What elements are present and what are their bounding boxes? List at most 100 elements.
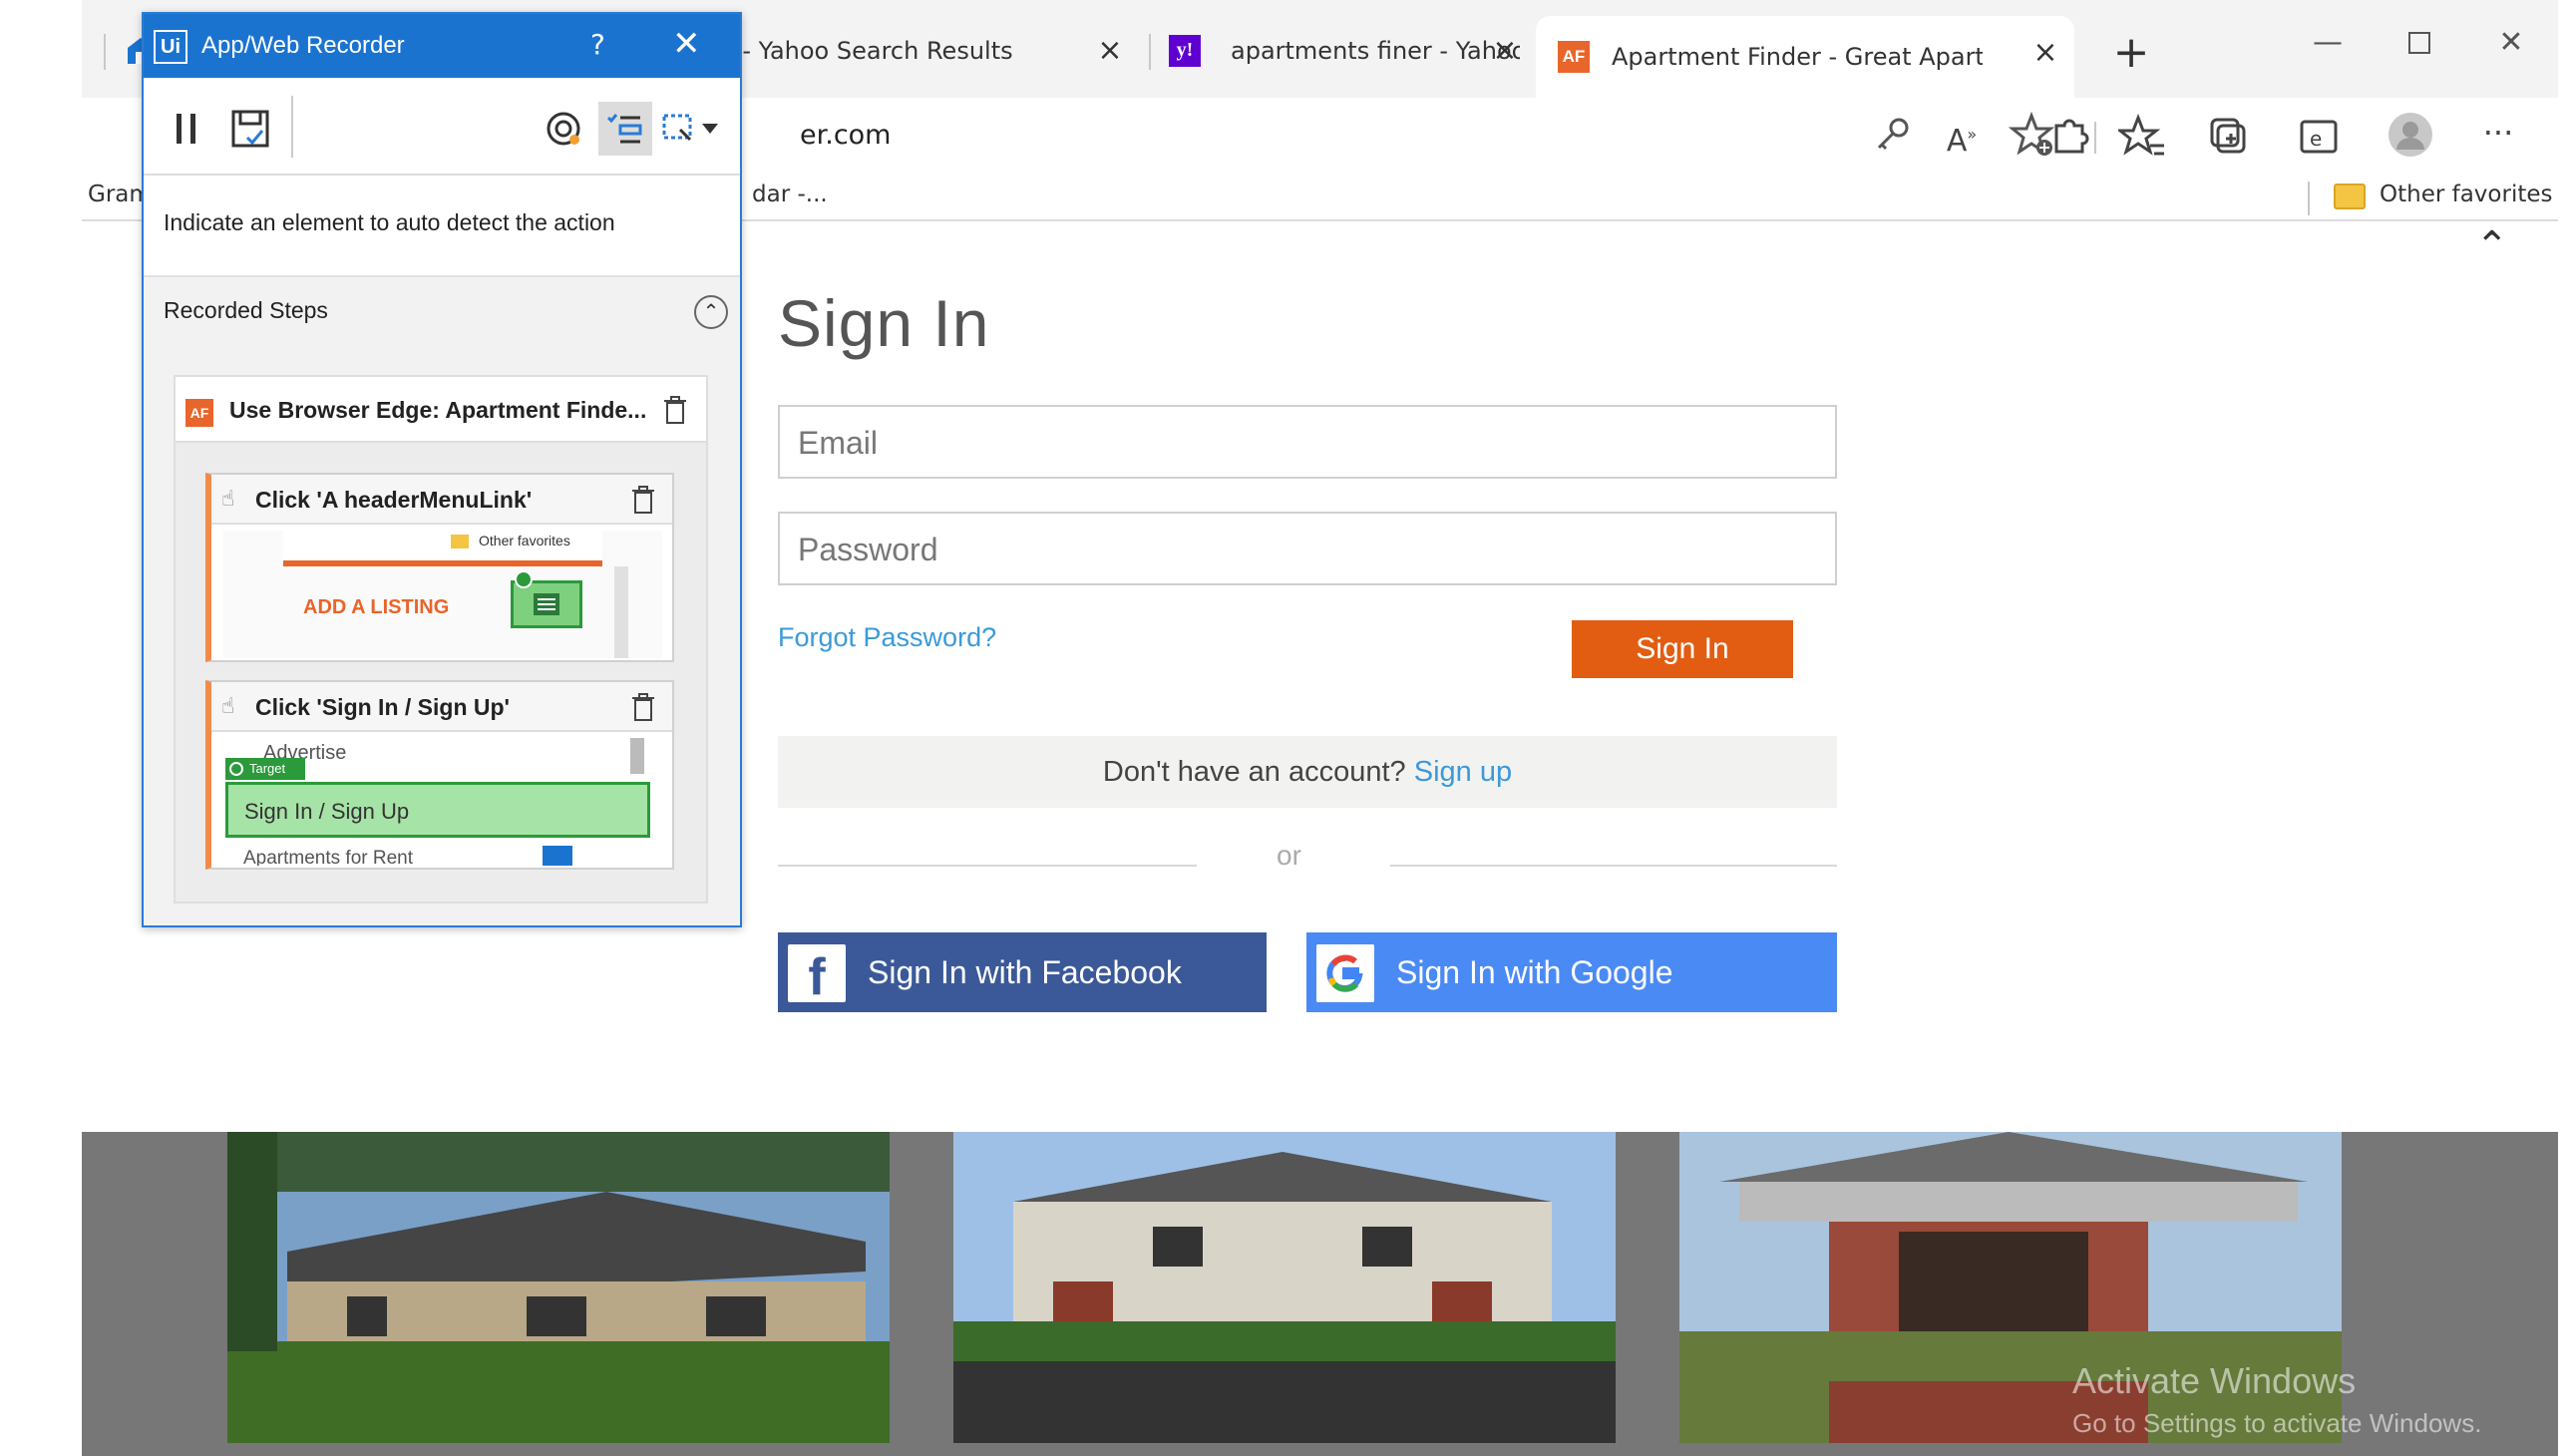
folder-icon [2334, 183, 2366, 209]
maximize-button[interactable] [2389, 18, 2449, 68]
key-icon[interactable] [1867, 110, 1917, 160]
steps-list-button[interactable] [598, 102, 652, 156]
tab-apartment-finder[interactable]: AF Apartment Finder - Great Apartm × [1536, 16, 2074, 98]
property-photo-2 [953, 1132, 1616, 1443]
facebook-icon: f [788, 944, 846, 1006]
google-button-label: Sign In with Google [1396, 954, 1673, 990]
facebook-sign-in-button[interactable]: f Sign In with Facebook [778, 932, 1267, 1012]
tab-title: apartments finer - Yahoo Search [1231, 37, 1520, 65]
scope-header[interactable]: AF Use Browser Edge: Apartment Finde... [176, 377, 706, 443]
toolbar-separator [291, 96, 293, 158]
list-icon [606, 114, 642, 144]
uipath-logo: Ui [154, 30, 187, 64]
url-field[interactable]: er.com A» [720, 104, 2066, 166]
save-icon[interactable] [223, 102, 277, 156]
recorded-steps-header[interactable]: Recorded Steps ⌃ [144, 275, 740, 365]
tab-close-icon[interactable]: × [1095, 36, 1125, 66]
extensions-icon[interactable] [2044, 112, 2094, 162]
thumb-apartments: Apartments for Rent [243, 848, 414, 866]
favorite-item[interactable]: dar -... [752, 182, 828, 207]
minimize-button[interactable]: — [2298, 18, 2358, 68]
trash-icon[interactable] [662, 395, 688, 425]
tab-yahoo-search[interactable]: y! apartments finer - Yahoo Search × [1151, 18, 1534, 84]
folder-icon [451, 535, 469, 548]
close-window-button[interactable]: ✕ [2481, 18, 2541, 68]
maximize-icon [2408, 32, 2430, 54]
email-placeholder: Email [798, 425, 879, 461]
favorites-separator [2308, 182, 2310, 215]
target-marker-icon [515, 570, 533, 588]
af-favicon: AF [185, 399, 213, 427]
svg-text:e: e [2310, 127, 2322, 151]
close-icon[interactable]: ✕ [672, 24, 701, 64]
url-text: er.com [800, 120, 892, 151]
tab-title: o - Yahoo Search Results [720, 37, 1013, 65]
target-icon[interactable] [537, 102, 590, 156]
divider [1390, 865, 1837, 867]
recorder-instruction: Indicate an element to auto detect the a… [164, 209, 615, 235]
collections-icon[interactable] [2206, 112, 2256, 162]
sign-in-button[interactable]: Sign In [1572, 620, 1793, 678]
signup-prompt: Don't have an account? Sign up [778, 736, 1837, 808]
trash-icon[interactable] [630, 485, 656, 515]
google-icon [1316, 944, 1374, 1002]
recorded-steps-body: AF Use Browser Edge: Apartment Finde... … [144, 365, 740, 925]
windows-watermark-title: Activate Windows [2072, 1360, 2357, 1401]
click-icon: ☝ [221, 694, 235, 719]
step-title: Click 'A headerMenuLink' [255, 487, 533, 513]
capture-mode-dropdown-icon[interactable] [658, 102, 728, 156]
property-photo-1 [227, 1132, 890, 1443]
tab-yahoo-results[interactable]: o - Yahoo Search Results × [720, 18, 1139, 84]
thumb-favbar: Other favorites [283, 531, 602, 558]
af-favicon: AF [1558, 41, 1590, 73]
divider [778, 865, 1197, 867]
forgot-password-link[interactable]: Forgot Password? [778, 622, 996, 653]
google-sign-in-button[interactable]: Sign In with Google [1306, 932, 1837, 1012]
recorded-steps-label: Recorded Steps [164, 297, 328, 323]
step-header: ☝ Click 'A headerMenuLink' [211, 475, 672, 525]
chevron-up-icon[interactable]: ⌃ [694, 295, 728, 329]
settings-more-icon[interactable]: ··· [2473, 108, 2523, 158]
recorder-titlebar: Ui App/Web Recorder ? ✕ [144, 14, 740, 78]
new-tab-button[interactable]: + [2106, 28, 2156, 78]
tab-close-icon[interactable]: × [2030, 38, 2060, 68]
recorder-title: App/Web Recorder [201, 32, 405, 59]
browser-essentials-icon[interactable]: e [2294, 112, 2344, 162]
step-header: ☝ Click 'Sign In / Sign Up' [211, 682, 672, 732]
step-title: Click 'Sign In / Sign Up' [255, 694, 511, 720]
trash-icon[interactable] [630, 692, 656, 722]
user-icon [2388, 113, 2432, 157]
thumb-scrollbar [614, 566, 628, 658]
yahoo-favicon: y! [1169, 35, 1201, 67]
scope-title: Use Browser Edge: Apartment Finde... [229, 397, 647, 423]
profile-avatar[interactable] [2386, 112, 2435, 162]
read-aloud-icon[interactable]: A» [1937, 110, 1987, 160]
recorder-toolbar [144, 78, 740, 176]
password-placeholder: Password [798, 532, 938, 567]
tab-title: Apartment Finder - Great Apartm [1612, 43, 1983, 71]
email-field[interactable]: Email [778, 405, 1837, 479]
thumb-signin-text: Sign In / Sign Up [244, 799, 410, 824]
thumb-add-listing: ADD A LISTING [303, 596, 450, 618]
password-field[interactable]: Password [778, 512, 1837, 585]
step-card-click-header-menu-link[interactable]: ☝ Click 'A headerMenuLink' Other favorit… [205, 473, 674, 662]
browser-scope-card: AF Use Browser Edge: Apartment Finde... … [174, 375, 708, 904]
no-account-text: Don't have an account? [1102, 756, 1406, 788]
screen: o - Yahoo Search Results × y! apartments… [0, 0, 2571, 1456]
tab-close-icon[interactable]: × [1490, 36, 1520, 66]
facebook-button-label: Sign In with Facebook [868, 954, 1182, 990]
step-card-click-sign-in[interactable]: ☝ Click 'Sign In / Sign Up' Advertise Ta… [205, 680, 674, 870]
thumb-orange-bar [283, 560, 602, 566]
windows-watermark-subtitle: Go to Settings to activate Windows. [2072, 1408, 2482, 1438]
help-button[interactable]: ? [590, 28, 605, 61]
favorites-icon[interactable] [2118, 112, 2168, 162]
step-thumbnail: Advertise Target Sign In / Sign Up Apart… [223, 738, 662, 866]
other-favorites[interactable]: Other favorites [2380, 182, 2553, 207]
desktop-left-edge [0, 0, 82, 1456]
chevron-up-icon[interactable]: ⌃ [2475, 223, 2509, 269]
pause-icon[interactable] [160, 102, 213, 156]
toolbar-separator [2094, 122, 2096, 154]
target-marker-icon [229, 762, 243, 776]
sign-up-link[interactable]: Sign up [1414, 756, 1512, 788]
tab-separator [104, 34, 106, 70]
